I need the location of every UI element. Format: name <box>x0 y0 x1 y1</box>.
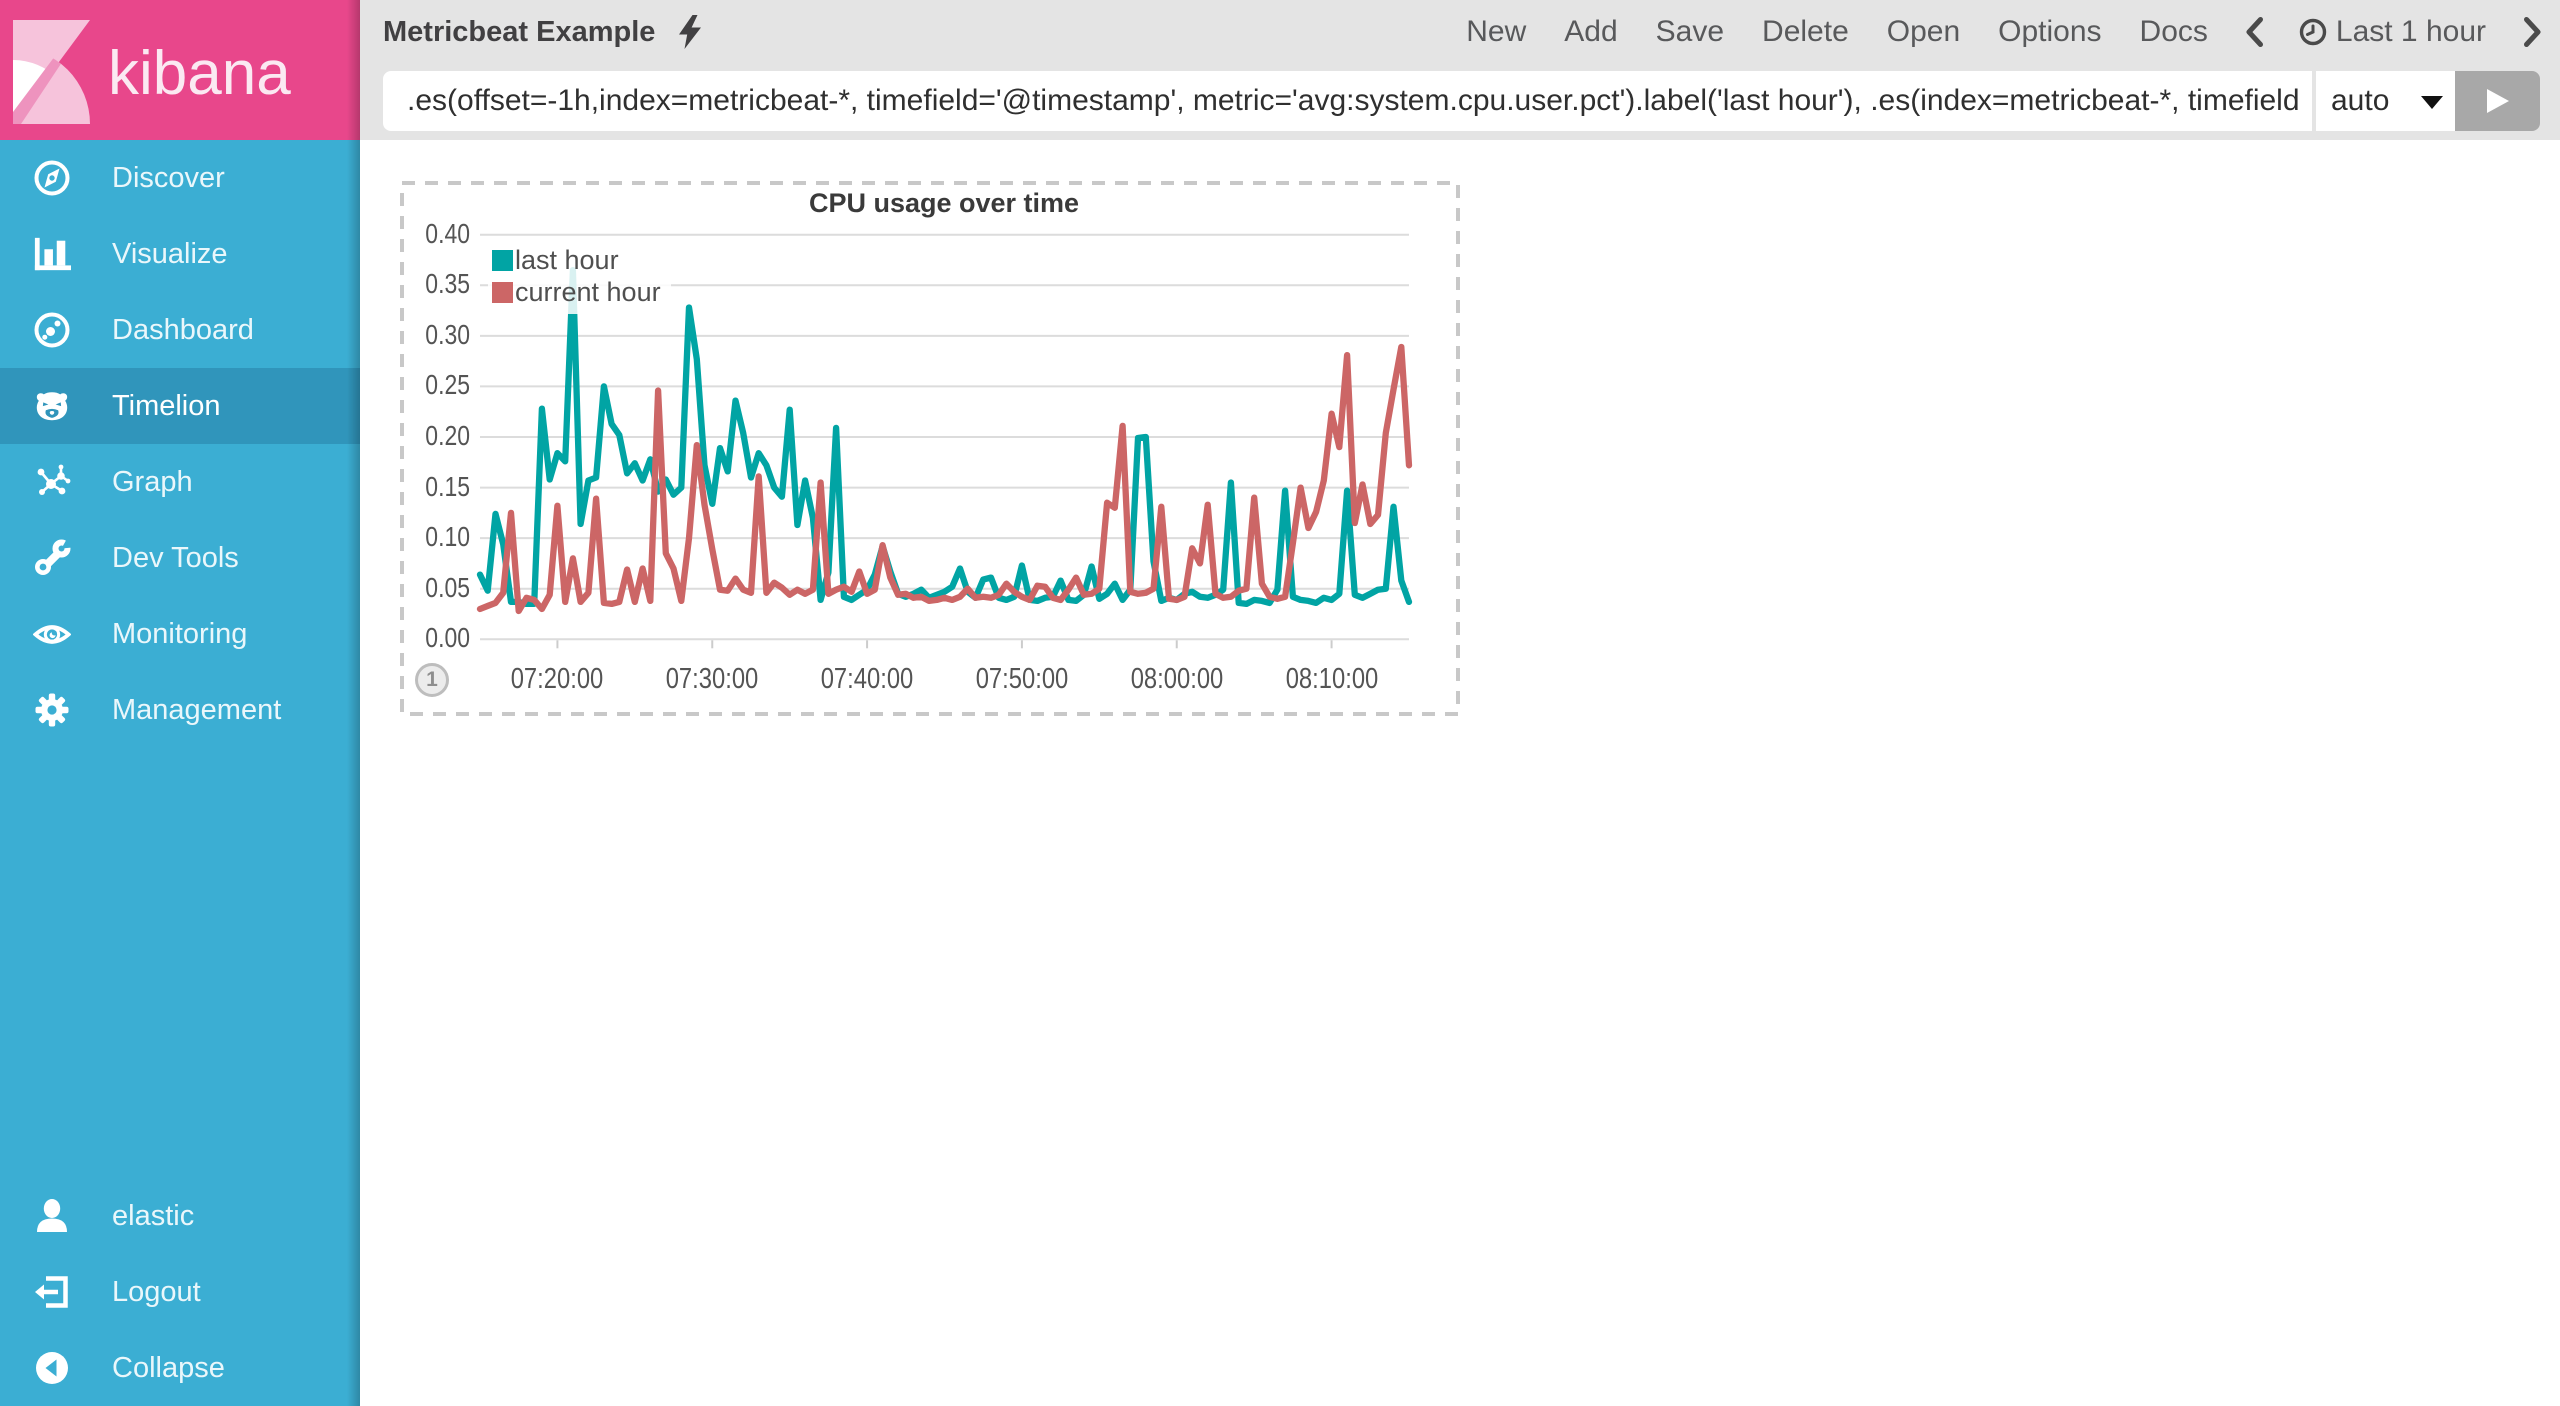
dashboard-icon <box>33 310 71 350</box>
sidebar-item-label: Timelion <box>112 389 221 422</box>
y-axis-label: 0.05 <box>425 571 470 603</box>
sidebar-item-visualize[interactable]: Visualize <box>0 216 360 292</box>
chevron-down-icon <box>2421 96 2443 109</box>
sidebar-item-graph[interactable]: Graph <box>0 444 360 520</box>
query-row: .es(offset=-1h,index=metricbeat-*, timef… <box>383 71 2540 131</box>
kibana-logo-text: kibana <box>108 39 291 108</box>
bar-chart-icon <box>33 234 71 274</box>
panel-number-badge[interactable]: 1 <box>415 663 449 697</box>
x-axis-label: 07:30:00 <box>665 663 759 696</box>
x-axis-label: 07:40:00 <box>820 663 914 696</box>
timelion-chart-panel[interactable]: CPU usage over time last hour current hou… <box>400 181 1460 716</box>
x-axis-label: 07:20:00 <box>511 663 604 696</box>
menu-add[interactable]: Add <box>1564 13 1617 51</box>
y-axis-label: 0.15 <box>425 470 470 502</box>
menu-options[interactable]: Options <box>1998 13 2101 51</box>
x-axis-label: 08:00:00 <box>1130 663 1224 696</box>
graph-icon <box>33 462 71 502</box>
sidebar-item-label: Graph <box>112 465 193 498</box>
interval-select[interactable]: auto <box>2316 71 2455 131</box>
sidebar-item-dev-tools[interactable]: Dev Tools <box>0 520 360 596</box>
timelion-expression-input[interactable]: .es(offset=-1h,index=metricbeat-*, timef… <box>383 71 2312 131</box>
collapse-icon <box>33 1348 71 1388</box>
y-axis-label: 0.20 <box>425 420 470 451</box>
legend-label: last hour <box>515 244 619 275</box>
sidebar-item-logout[interactable]: Logout <box>0 1254 360 1330</box>
toolbar-menu: New Add Save Delete Open Options Docs Last 1 ho… <box>1428 13 2541 51</box>
sidebar-item-label: Collapse <box>112 1351 225 1384</box>
kibana-logo[interactable]: kibana <box>0 0 360 140</box>
time-picker[interactable]: Last 1 hour <box>2299 13 2486 51</box>
interval-value: auto <box>2331 84 2390 117</box>
clock-icon <box>2299 18 2327 46</box>
menu-delete[interactable]: Delete <box>1762 13 1849 51</box>
menu-docs[interactable]: Docs <box>2140 13 2208 51</box>
sidebar-item-discover[interactable]: Discover <box>0 140 360 216</box>
chart-legend: last hour current hour <box>488 240 671 314</box>
main-area: Metricbeat Example New Add Save Delete Open O… <box>360 0 2560 1406</box>
sidebar-item-label: elastic <box>112 1199 195 1232</box>
breadcrumb-title: Metricbeat Example <box>383 15 703 49</box>
time-range-label: Last 1 hour <box>2335 15 2486 48</box>
eye-icon <box>33 614 71 654</box>
y-axis-label: 0.25 <box>425 369 470 401</box>
sidebar-item-label: Discover <box>112 161 225 194</box>
wrench-icon <box>33 538 71 578</box>
chart-title: CPU usage over time <box>808 188 1080 218</box>
legend-item: last hour <box>492 244 661 276</box>
menu-open[interactable]: Open <box>1887 13 1960 51</box>
sidebar-item-label: Monitoring <box>112 617 248 650</box>
sidebar-item-management[interactable]: Management <box>0 672 360 748</box>
top-bar: Metricbeat Example New Add Save Delete Open O… <box>360 0 2560 140</box>
kibana-logo-icon <box>13 20 90 124</box>
sidebar-item-label: Management <box>112 693 282 726</box>
sidebar-item-monitoring[interactable]: Monitoring <box>0 596 360 672</box>
sidebar-item-label: Dashboard <box>112 313 254 346</box>
legend-swatch <box>492 249 513 271</box>
sidebar-item-dashboard[interactable]: Dashboard <box>0 292 360 368</box>
sidebar-item-elastic[interactable]: elastic <box>0 1178 360 1254</box>
sidebar-item-collapse[interactable]: Collapse <box>0 1330 360 1406</box>
sidebar-nav-bottom: elastic Logout Collapse <box>0 1178 360 1406</box>
page-title: Metricbeat Example <box>383 15 656 48</box>
sidebar-nav: Discover Visualize Dashboard Timelion Graph D… <box>0 140 360 748</box>
sidebar: kibana Discover Visualize Dashboard Timelio… <box>0 0 360 1406</box>
chevron-right-icon <box>2524 17 2541 47</box>
user-icon <box>33 1196 71 1236</box>
logout-icon <box>33 1272 71 1312</box>
gear-icon <box>33 690 71 730</box>
y-axis-label: 0.30 <box>425 318 470 350</box>
y-axis-label: 0.35 <box>425 268 470 300</box>
content-area: CPU usage over time last hour current hou… <box>360 140 2560 1406</box>
sidebar-item-label: Dev Tools <box>112 541 239 574</box>
menu-new[interactable]: New <box>1466 13 1526 51</box>
menu-save[interactable]: Save <box>1656 13 1724 51</box>
legend-item: current hour <box>492 276 661 308</box>
legend-swatch <box>492 281 513 303</box>
chevron-left-icon <box>2246 17 2263 47</box>
y-axis-label: 0.40 <box>425 217 470 249</box>
sidebar-item-label: Visualize <box>112 237 228 270</box>
y-axis-label: 0.10 <box>425 521 470 553</box>
sidebar-item-timelion[interactable]: Timelion <box>0 368 360 444</box>
y-axis-label: 0.00 <box>425 622 470 654</box>
run-button[interactable] <box>2455 71 2540 131</box>
time-next-button[interactable] <box>2524 17 2541 47</box>
legend-label: current hour <box>515 276 661 307</box>
play-icon <box>2486 89 2509 113</box>
x-axis-label: 08:10:00 <box>1285 663 1378 696</box>
x-axis-label: 07:50:00 <box>975 663 1069 696</box>
lion-icon <box>33 386 71 426</box>
sidebar-item-label: Logout <box>112 1275 201 1308</box>
kibana-app: kibana Discover Visualize Dashboard Timelio… <box>0 0 2560 1406</box>
lightning-bolt-icon <box>679 15 702 49</box>
compass-icon <box>33 158 71 198</box>
time-prev-button[interactable] <box>2246 17 2263 47</box>
